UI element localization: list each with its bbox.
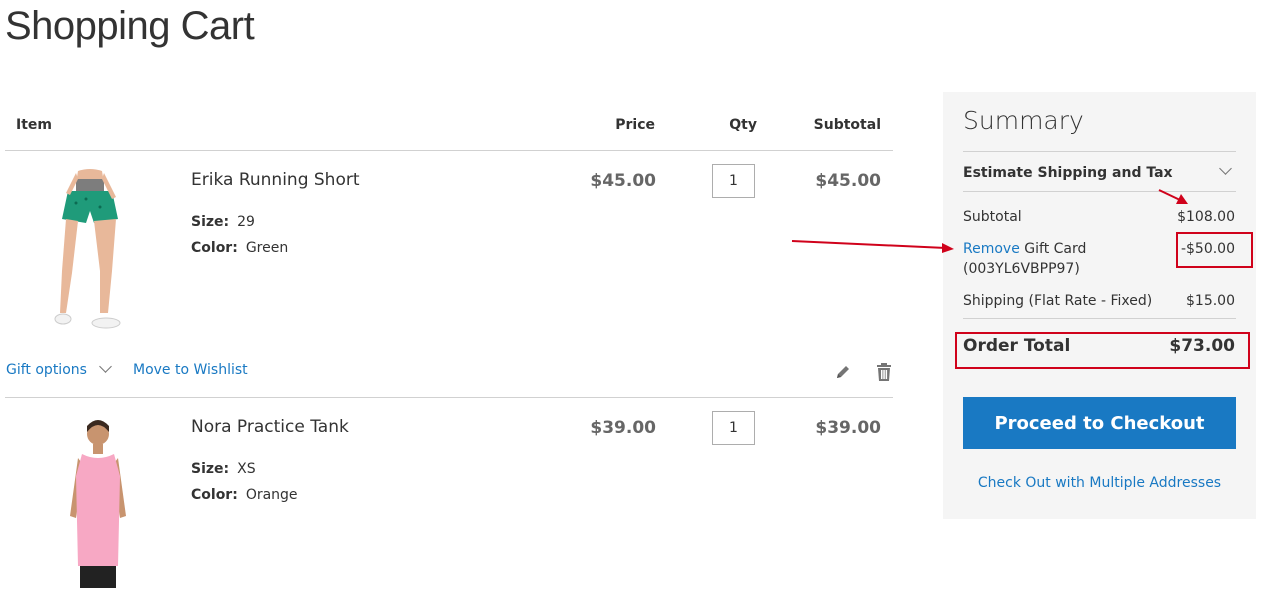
summary-title: Summary <box>963 106 1084 135</box>
product-name-link[interactable]: Nora Practice Tank <box>191 417 349 437</box>
item-price: $45.00 <box>590 171 656 191</box>
qty-input[interactable]: 1 <box>712 411 755 445</box>
header-divider <box>5 150 893 151</box>
product-option-size: Size: 29 <box>191 214 255 230</box>
order-total-label: Order Total <box>963 336 1071 356</box>
product-image-erika-running-short[interactable] <box>30 163 150 335</box>
row-divider <box>5 397 893 398</box>
option-label: Size: <box>191 461 230 477</box>
gift-options-label: Gift options <box>6 362 87 378</box>
qty-input[interactable]: 1 <box>712 164 755 198</box>
gift-options-toggle[interactable]: Gift options <box>6 360 113 378</box>
summary-divider <box>963 318 1236 319</box>
product-option-color: Color: Green <box>191 240 288 256</box>
running-short-photo-icon <box>54 169 121 329</box>
edit-item-button[interactable] <box>834 363 852 381</box>
estimate-shipping-label: Estimate Shipping and Tax <box>963 165 1173 181</box>
option-value: Green <box>245 240 289 256</box>
product-option-size: Size: XS <box>191 461 256 477</box>
annotation-arrows-icon <box>791 189 1188 253</box>
option-value: 29 <box>237 214 255 230</box>
option-label: Color: <box>191 240 238 256</box>
option-label: Size: <box>191 214 230 230</box>
proceed-to-checkout-button[interactable]: Proceed to Checkout <box>963 397 1236 449</box>
shipping-label: Shipping (Flat Rate - Fixed) <box>963 293 1153 309</box>
option-value: XS <box>237 461 256 477</box>
product-option-color: Color: Orange <box>191 487 298 503</box>
tank-top-photo-icon <box>70 420 126 588</box>
summary-divider <box>963 151 1236 152</box>
chevron-down-icon <box>99 360 113 373</box>
option-label: Color: <box>191 487 238 503</box>
header-qty: Qty <box>729 117 757 133</box>
page-title: Shopping Cart <box>5 4 255 48</box>
header-subtotal: Subtotal <box>813 117 881 133</box>
pencil-icon <box>837 366 849 378</box>
option-value: Orange <box>245 487 298 503</box>
shipping-value: $15.00 <box>1186 293 1235 309</box>
trash-icon <box>877 363 891 381</box>
order-total-value: $73.00 <box>1169 336 1235 356</box>
chevron-down-icon <box>1219 162 1232 175</box>
move-to-wishlist-link[interactable]: Move to Wishlist <box>133 362 248 378</box>
header-item: Item <box>16 117 52 133</box>
product-image-nora-practice-tank[interactable] <box>30 416 150 588</box>
multiple-addresses-link[interactable]: Check Out with Multiple Addresses <box>963 475 1236 491</box>
item-subtotal: $39.00 <box>815 418 881 438</box>
delete-item-button[interactable] <box>875 362 893 382</box>
item-price: $39.00 <box>590 418 656 438</box>
product-name-link[interactable]: Erika Running Short <box>191 170 360 190</box>
header-price: Price <box>615 117 655 133</box>
